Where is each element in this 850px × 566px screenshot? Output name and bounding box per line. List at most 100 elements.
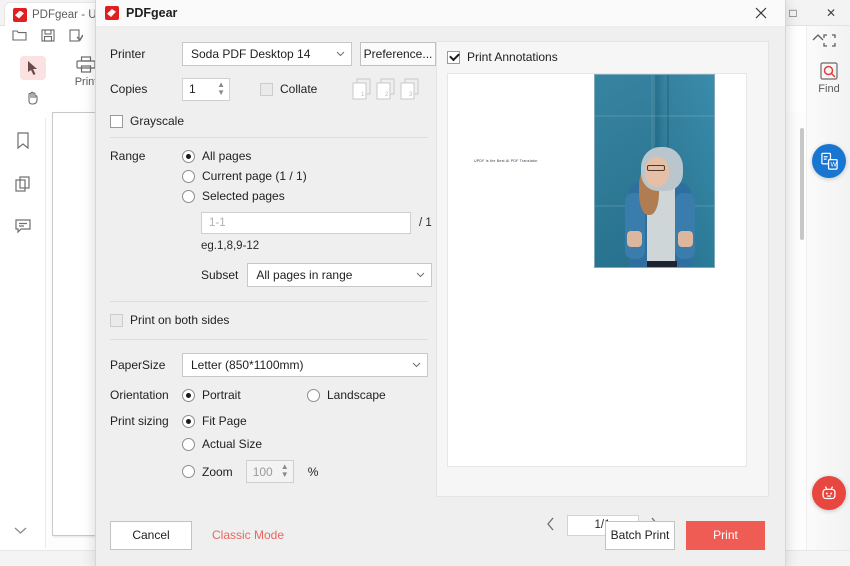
radio-portrait[interactable] [182,388,195,402]
printer-select[interactable]: Soda PDF Desktop 14 [182,42,352,66]
range-option-label: Selected pages [202,189,285,203]
paper-size-select[interactable]: Letter (850*1100mm) [182,353,428,377]
preview-page-sheet: UPDF is the Best AI PDF Translator [447,73,747,467]
collate-pages-2-icon: 2 [376,78,395,100]
both-sides-checkbox-row[interactable]: Print on both sides [110,313,436,327]
subset-select-value: All pages in range [256,268,353,282]
cursor-select-tool[interactable] [20,56,46,80]
copies-stepper[interactable]: 1 ▲ ▼ [182,77,230,101]
printer-row: Printer Soda PDF Desktop 14 Preference..… [110,41,436,67]
range-option-selected-pages[interactable]: Selected pages [182,189,436,203]
cancel-button[interactable]: Cancel [110,520,192,550]
collate-pages-3-icon: 3 [400,78,419,100]
orientation-option-label: Landscape [327,388,386,402]
orientation-option-landscape[interactable]: Landscape [307,388,386,402]
chevron-down-icon [406,360,421,370]
scrollbar-thumb[interactable] [800,128,804,240]
page-thumbnails-icon[interactable] [14,176,31,195]
bookmark-icon[interactable] [16,132,30,152]
radio-all-pages[interactable] [182,149,195,163]
spinner-down-icon[interactable]: ▼ [281,471,289,479]
collate-checkbox[interactable] [260,82,273,96]
divider [110,137,428,138]
printer-preferences-button[interactable]: Preference... [360,42,436,66]
save-icon[interactable] [41,29,55,45]
chevron-down-icon[interactable] [14,524,27,538]
find-label: Find [818,83,840,95]
collate-preview-icons: 1 2 3 [352,78,428,100]
document-scrollbar[interactable] [797,48,806,488]
radio-landscape[interactable] [307,388,320,402]
radio-selected-pages[interactable] [182,189,195,203]
person-in-denim-jacket-photo [594,74,715,268]
ai-robot-icon[interactable] [812,476,846,510]
classic-mode-link[interactable]: Classic Mode [212,528,284,542]
divider [110,339,428,340]
grayscale-checkbox[interactable] [110,114,123,128]
open-folder-icon[interactable] [12,29,27,45]
hand-pan-tool[interactable] [20,85,46,109]
print-sizing-option-fit-page[interactable]: Fit Page [182,414,436,428]
figure-face [645,157,669,187]
range-option-label: All pages [202,149,252,163]
print-sizing-option-label: Actual Size [202,437,263,451]
print-preview-pane: Print Annotations UPDF is the Best AI PD… [436,41,769,497]
print-annotations-checkbox-row[interactable]: Print Annotations [447,50,758,64]
orientation-option-label: Portrait [202,388,241,402]
print-sizing-row: Print sizing Fit Page Actual Size Zoom 1… [110,414,436,489]
zoom-stepper[interactable]: 100 ▲ ▼ [245,460,294,483]
print-dialog-footer: Cancel Classic Mode Batch Print Print [96,504,785,566]
page-range-hint: eg.1,8,9-12 [201,240,260,252]
close-button[interactable]: ✕ [812,0,850,26]
batch-print-button[interactable]: Batch Print [605,520,675,550]
both-sides-checkbox[interactable] [110,313,123,327]
copies-value: 1 [189,82,196,96]
stepper-arrows[interactable]: ▲ ▼ [217,80,225,97]
chevron-up-icon[interactable] [807,34,829,42]
copies-label: Copies [110,82,148,96]
print-sizing-label: Print sizing [110,414,169,428]
grayscale-label: Grayscale [130,114,185,128]
paper-size-label: PaperSize [110,358,166,372]
document-page [52,112,98,536]
find-button[interactable]: Find [807,62,850,95]
print-button[interactable]: Print [686,520,765,550]
close-icon[interactable] [743,0,779,26]
copies-row: Copies 1 ▲ ▼ Collate 1 2 3 [110,76,428,102]
subset-select[interactable]: All pages in range [247,263,433,287]
collate-checkbox-row[interactable]: Collate [260,82,317,96]
preview-annotation-text: UPDF is the Best AI PDF Translator [474,159,538,163]
orientation-option-portrait[interactable]: Portrait [182,388,307,402]
svg-text:W: W [830,161,837,168]
range-section: Range All pages Current page (1 / 1) Sel… [110,149,436,287]
subset-label: Subset [201,268,239,282]
grayscale-checkbox-row[interactable]: Grayscale [110,114,436,128]
radio-actual-size[interactable] [182,437,195,451]
page-range-placeholder: 1-1 [209,217,226,229]
radio-fit-page[interactable] [182,414,195,428]
print-sizing-option-zoom[interactable]: Zoom 100 ▲ ▼ % [182,460,436,483]
orientation-label: Orientation [110,388,169,402]
range-label: Range [110,149,146,163]
right-sidebar-rail: Find W [806,26,850,566]
pdf-to-word-icon[interactable]: W [812,144,846,178]
print-annotations-checkbox[interactable] [447,50,460,64]
pdf-logo-icon [105,6,119,20]
radio-current-page[interactable] [182,169,195,183]
both-sides-label: Print on both sides [130,313,230,327]
print-settings-pane: Printer Soda PDF Desktop 14 Preference..… [96,27,436,514]
stepper-arrows[interactable]: ▲ ▼ [281,463,289,479]
print-sizing-option-actual-size[interactable]: Actual Size [182,437,436,451]
range-option-label: Current page (1 / 1) [202,169,307,183]
radio-zoom[interactable] [182,465,195,478]
page-range-input-row: 1-1 / 1 [201,212,436,234]
page-range-input[interactable]: 1-1 [201,212,411,234]
save-as-icon[interactable] [69,29,84,45]
spinner-down-icon[interactable]: ▼ [217,88,225,97]
comment-icon[interactable] [14,219,31,237]
range-option-current-page[interactable]: Current page (1 / 1) [182,169,436,183]
print-sizing-option-label: Fit Page [202,414,247,428]
page-range-total: / 1 [419,217,432,229]
range-option-all-pages[interactable]: All pages [182,149,436,163]
figure-pants [647,261,677,267]
